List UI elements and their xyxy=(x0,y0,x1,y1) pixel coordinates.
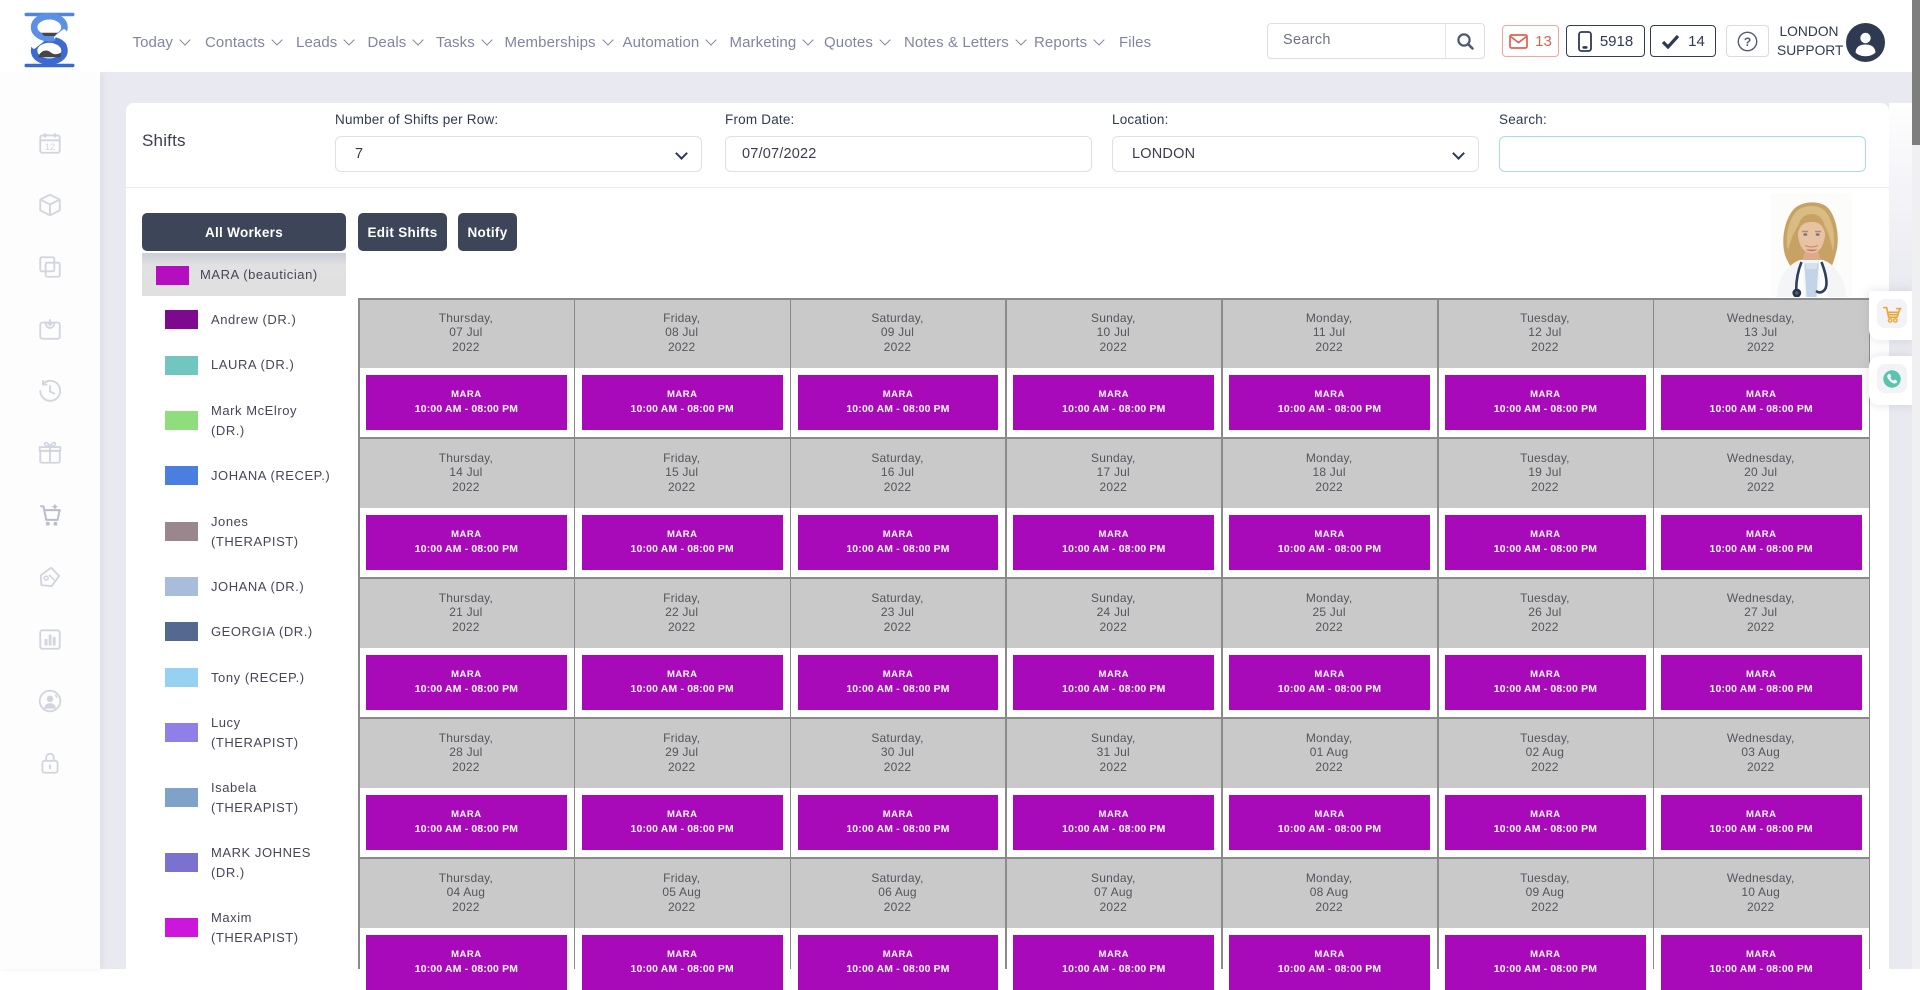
svg-text:12: 12 xyxy=(45,142,55,152)
svg-text:?: ? xyxy=(1744,35,1751,49)
